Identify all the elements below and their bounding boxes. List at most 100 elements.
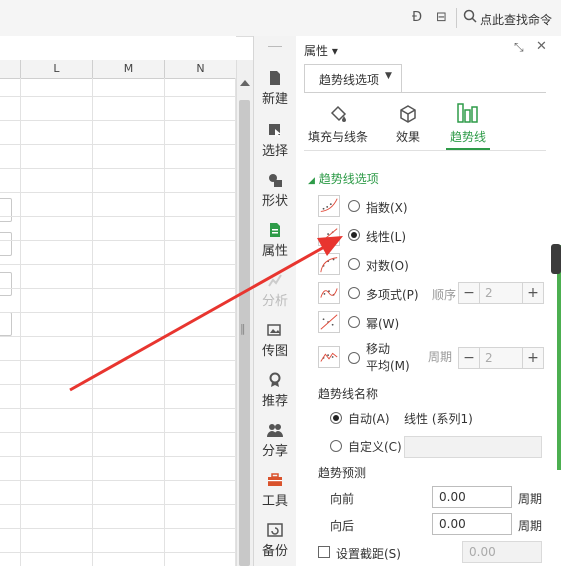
radio-linear[interactable] <box>348 229 360 241</box>
design-icon[interactable]: Ð <box>412 10 422 25</box>
radio-name-auto[interactable] <box>330 412 342 424</box>
tab-trendline-options[interactable]: 趋势线选项 ▼ <box>304 64 402 93</box>
radio-moving-average[interactable] <box>348 352 360 364</box>
option-name-auto[interactable]: 自动(A) 线性 (系列1) <box>330 410 530 428</box>
right-task-rail: 新建 选择 形状 属性 分析 传图 推荐 分享 工具 备份 <box>253 36 297 566</box>
option-polynomial[interactable]: 多项式(P) 顺序 − 2 + <box>318 282 548 308</box>
power-trendline-icon <box>318 311 340 333</box>
option-name-custom[interactable]: 自定义(C) <box>330 436 550 458</box>
grid-line <box>0 384 236 385</box>
rail-item-label: 备份 <box>261 544 288 559</box>
chart-settings-button[interactable] <box>0 312 12 336</box>
column-header-l[interactable]: L <box>20 60 92 78</box>
backup-icon <box>267 523 283 537</box>
forward-label: 向前 <box>330 492 355 506</box>
subtab-fill-line[interactable]: 填充与线条 <box>302 100 374 150</box>
panel-resize-grip-icon[interactable]: ‖ <box>240 322 246 335</box>
option-label: 指数(X) <box>366 201 408 215</box>
grid-line <box>0 480 236 481</box>
grid-line <box>164 78 165 566</box>
section-trendline-options[interactable]: ◢ 趋势线选项 <box>308 170 379 187</box>
rail-item-share[interactable]: 分享 <box>254 422 296 472</box>
panel-scroll-grip[interactable] <box>551 244 561 274</box>
grid-line <box>0 528 236 529</box>
scroll-up-arrow-icon[interactable] <box>240 80 250 86</box>
rail-item-upload-image[interactable]: 传图 <box>254 322 296 372</box>
rail-item-new[interactable]: 新建 <box>254 70 296 120</box>
shape-icon <box>269 174 282 187</box>
auto-name-value: 线性 (系列1) <box>404 412 473 426</box>
chart-filter-button[interactable] <box>0 272 12 296</box>
filter-icon[interactable]: ⊟ <box>436 10 447 25</box>
minus-icon[interactable]: − <box>459 283 480 303</box>
minus-icon[interactable]: − <box>459 348 480 368</box>
undock-icon[interactable]: ⤡ <box>514 40 524 55</box>
sheet-vertical-scrollbar[interactable] <box>236 60 253 566</box>
grid-line <box>0 552 236 553</box>
rail-item-toolbox[interactable]: 工具 <box>254 472 296 522</box>
chart-elements-button[interactable] <box>0 198 12 222</box>
property-icon <box>270 223 280 237</box>
radio-name-custom[interactable] <box>330 440 342 452</box>
forecast-title: 趋势预测 <box>318 466 367 480</box>
trendline-name-title: 趋势线名称 <box>318 387 379 401</box>
search-command-label[interactable]: 点此查找命令 <box>480 11 552 28</box>
rail-item-label: 分析 <box>261 294 288 309</box>
grid-line <box>0 192 236 193</box>
radio-exponential[interactable] <box>348 200 360 212</box>
option-exponential[interactable]: 指数(X) <box>318 195 548 221</box>
panel-edge-accent <box>557 245 561 470</box>
upload-image-icon <box>267 324 281 336</box>
toolbar-divider <box>456 8 457 28</box>
rail-item-recommend[interactable]: 推荐 <box>254 372 296 422</box>
option-moving-average[interactable]: 移动 平均(M) 周期 − 2 + <box>318 342 548 376</box>
rail-item-analysis[interactable]: 分析 <box>254 272 296 322</box>
spreadsheet-area[interactable]: L M N <box>0 36 236 566</box>
forward-input[interactable]: 0.00 <box>432 486 512 508</box>
option-label: 对数(O) <box>366 259 409 273</box>
rail-item-select[interactable]: 选择 <box>254 122 296 172</box>
grid-line <box>0 312 236 313</box>
radio-polynomial[interactable] <box>348 287 360 299</box>
option-label: 平均(M) <box>366 359 410 373</box>
backward-input[interactable]: 0.00 <box>432 513 512 535</box>
chart-style-button[interactable] <box>0 232 12 256</box>
rail-grip-line <box>268 46 282 47</box>
column-header-n[interactable]: N <box>164 60 236 78</box>
toolbox-icon <box>268 473 282 486</box>
tab-divider <box>304 92 546 93</box>
panel-title[interactable]: 属性 ▾ <box>304 42 338 59</box>
intercept-input[interactable]: 0.00 <box>462 541 542 563</box>
top-toolbar: Ð ⊟ 点此查找命令 <box>0 0 561 37</box>
plus-icon[interactable]: + <box>522 283 543 303</box>
tab-label: 趋势线选项 <box>319 73 380 87</box>
chevron-down-icon: ▼ <box>385 71 392 81</box>
option-power[interactable]: 幂(W) <box>318 311 548 337</box>
period-stepper[interactable]: − 2 + <box>458 347 544 369</box>
rail-item-label: 分享 <box>261 444 288 459</box>
order-stepper[interactable]: − 2 + <box>458 282 544 304</box>
period-value: 2 <box>485 351 493 365</box>
rail-item-property[interactable]: 属性 <box>254 222 296 272</box>
column-header-m[interactable]: M <box>92 60 164 78</box>
intercept-checkbox[interactable] <box>318 546 330 558</box>
grid-line <box>0 408 236 409</box>
moving-average-trendline-icon <box>318 346 340 368</box>
backward-label: 向后 <box>330 519 355 533</box>
radio-logarithmic[interactable] <box>348 258 360 270</box>
close-icon[interactable]: ✕ <box>536 39 547 54</box>
option-logarithmic[interactable]: 对数(O) <box>318 253 548 279</box>
polynomial-trendline-icon <box>318 282 340 304</box>
subtab-trendline[interactable]: 趋势线 <box>432 100 504 150</box>
radio-power[interactable] <box>348 316 360 328</box>
plus-icon[interactable]: + <box>522 348 543 368</box>
recommend-icon <box>269 372 281 387</box>
option-label: 幂(W) <box>366 317 400 331</box>
custom-name-input[interactable] <box>404 436 542 458</box>
option-label: 线性(L) <box>366 230 407 244</box>
rail-item-backup[interactable]: 备份 <box>254 522 296 572</box>
option-linear[interactable]: 线性(L) <box>318 224 548 250</box>
rail-item-shape[interactable]: 形状 <box>254 172 296 222</box>
exponential-trendline-icon <box>318 195 340 217</box>
search-icon[interactable] <box>463 9 477 27</box>
